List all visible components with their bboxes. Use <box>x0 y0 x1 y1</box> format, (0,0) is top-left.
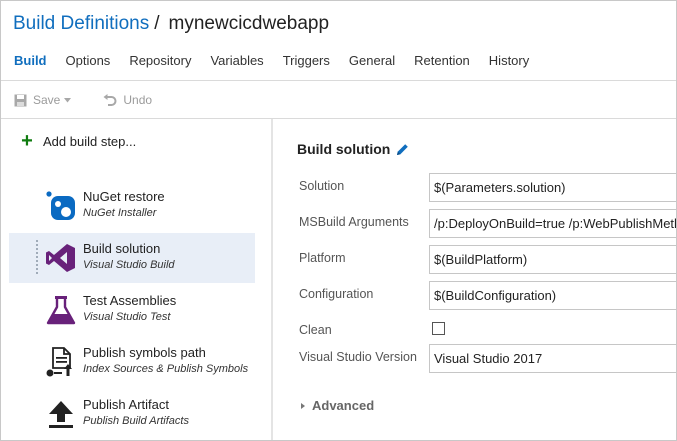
field-label: Visual Studio Version <box>299 350 417 364</box>
publish-symbols-icon <box>46 347 72 377</box>
definition-name: mynewcicdwebapp <box>168 13 330 34</box>
field-label: Solution <box>299 179 345 193</box>
chevron-down-icon[interactable] <box>64 97 72 103</box>
advanced-section-toggle[interactable]: Advanced <box>301 398 374 413</box>
step-test-assemblies[interactable]: Test Assemblies Visual Studio Test <box>9 285 255 335</box>
breadcrumb: Build Definitions / mynewcicdwebapp <box>13 13 329 41</box>
build-steps-panel: + Add build step... NuGet restore NuGet … <box>1 119 271 440</box>
save-label: Save <box>33 93 61 107</box>
step-name: Build solution <box>83 241 161 256</box>
pencil-icon[interactable] <box>396 143 409 156</box>
step-subtitle: Visual Studio Test <box>83 311 171 323</box>
toolbar: Save Undo <box>14 90 178 110</box>
visual-studio-version-select[interactable]: Visual Studio 2017 <box>429 344 676 373</box>
nuget-icon <box>46 191 75 220</box>
step-subtitle: Publish Build Artifacts <box>83 415 189 427</box>
field-label: Configuration <box>299 287 374 301</box>
solution-input[interactable]: $(Parameters.solution) <box>429 173 676 202</box>
clean-checkbox[interactable] <box>432 322 445 335</box>
upload-icon <box>49 401 73 428</box>
step-publish-symbols-path[interactable]: Publish symbols path Index Sources & Pub… <box>9 337 255 387</box>
tab-repository[interactable]: Repository <box>129 53 191 77</box>
plus-icon: + <box>21 130 33 152</box>
add-build-step-button[interactable]: + Add build step... <box>19 130 137 152</box>
field-solution: Solution $(Parameters.solution) <box>299 173 676 209</box>
tab-build[interactable]: Build <box>14 53 47 77</box>
undo-button[interactable]: Undo <box>103 93 152 107</box>
save-button[interactable]: Save <box>14 93 77 107</box>
tab-bar: Build Options Repository Variables Trigg… <box>14 53 548 77</box>
field-label: Clean <box>299 323 332 337</box>
breadcrumb-separator: / <box>154 13 160 34</box>
task-title-text: Build solution <box>297 141 391 157</box>
advanced-label: Advanced <box>312 398 375 413</box>
platform-input[interactable]: $(BuildPlatform) <box>429 245 676 274</box>
step-name: Publish Artifact <box>83 397 169 412</box>
add-build-step-label: Add build step... <box>43 133 137 149</box>
configuration-input[interactable]: $(BuildConfiguration) <box>429 281 676 310</box>
undo-icon <box>103 93 117 106</box>
tab-retention[interactable]: Retention <box>414 53 470 77</box>
save-icon <box>14 94 27 106</box>
tab-history[interactable]: History <box>489 53 529 77</box>
field-label: Platform <box>299 251 346 265</box>
step-build-solution[interactable]: Build solution Visual Studio Build <box>9 233 255 283</box>
visual-studio-icon <box>46 244 75 272</box>
task-title: Build solution <box>297 141 409 157</box>
chevron-right-icon <box>301 402 305 409</box>
tab-variables[interactable]: Variables <box>210 53 263 77</box>
step-subtitle: Index Sources & Publish Symbols <box>83 363 249 375</box>
build-definition-window: Build Definitions / mynewcicdwebapp Buil… <box>0 0 677 441</box>
tab-triggers[interactable]: Triggers <box>283 53 330 77</box>
msbuild-arguments-input[interactable]: /p:DeployOnBuild=true /p:WebPublishMetho… <box>429 209 676 238</box>
step-name: NuGet restore <box>83 189 165 204</box>
field-platform: Platform $(BuildPlatform) <box>299 245 676 281</box>
step-publish-artifact[interactable]: Publish Artifact Publish Build Artifacts <box>9 389 255 439</box>
field-msbuild-arguments: MSBuild Arguments /p:DeployOnBuild=true … <box>299 209 676 245</box>
flask-icon <box>46 296 76 325</box>
undo-label: Undo <box>123 93 153 107</box>
step-subtitle: Visual Studio Build <box>83 259 175 271</box>
breadcrumb-build-definitions-link[interactable]: Build Definitions <box>13 13 149 35</box>
field-label: MSBuild Arguments <box>299 215 409 229</box>
field-configuration: Configuration $(BuildConfiguration) <box>299 281 676 317</box>
drag-handle[interactable] <box>35 239 39 275</box>
task-detail-panel: Build solution Solution $(Parameters.sol… <box>273 119 676 440</box>
step-nuget-restore[interactable]: NuGet restore NuGet Installer <box>9 181 255 231</box>
step-subtitle: NuGet Installer <box>83 207 157 219</box>
step-name: Test Assemblies <box>83 293 177 308</box>
step-name: Publish symbols path <box>83 345 206 360</box>
tab-general[interactable]: General <box>349 53 395 77</box>
tab-options[interactable]: Options <box>66 53 111 77</box>
tabs-divider <box>1 80 676 81</box>
field-visual-studio-version: Visual Studio Version Visual Studio 2017 <box>299 344 676 380</box>
